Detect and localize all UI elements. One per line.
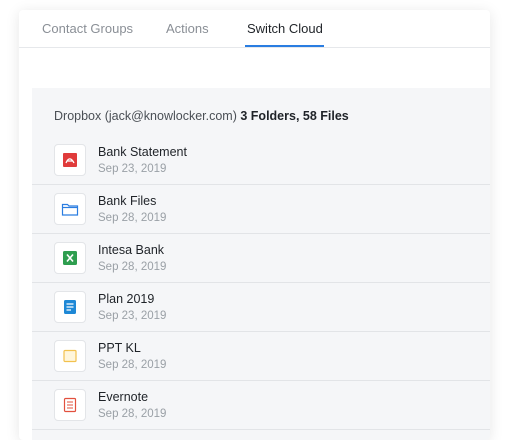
file-date: Sep 28, 2019: [98, 212, 167, 224]
active-tab-indicator: [245, 45, 324, 47]
file-date: Sep 28, 2019: [98, 408, 167, 420]
file-date: Sep 23, 2019: [98, 163, 167, 175]
file-name: PPT KL: [98, 341, 141, 355]
list-item[interactable]: Bank Statement Sep 23, 2019: [32, 136, 490, 185]
file-date: Sep 23, 2019: [98, 310, 167, 322]
tab-switch-cloud[interactable]: Switch Cloud: [247, 21, 323, 36]
folder-icon: [54, 193, 86, 225]
file-date: Sep 28, 2019: [98, 359, 167, 371]
slides-icon: [54, 340, 86, 372]
excel-icon: [54, 242, 86, 274]
cloud-summary: Dropbox (jack@knowlocker.com) 3 Folders,…: [54, 109, 349, 123]
list-item[interactable]: Intesa Bank Sep 28, 2019: [32, 234, 490, 283]
tab-contact-groups[interactable]: Contact Groups: [42, 21, 133, 36]
file-name: Evernote: [98, 390, 149, 404]
files-panel: Dropbox (jack@knowlocker.com) 3 Folders,…: [32, 88, 490, 440]
note-icon: [54, 389, 86, 421]
file-date: Sep 28, 2019: [98, 261, 167, 273]
file-list: Bank Statement Sep 23, 2019 Bank Files S…: [32, 136, 490, 430]
file-name: Intesa Bank: [98, 243, 165, 257]
list-item[interactable]: Bank Files Sep 28, 2019: [32, 185, 490, 234]
tab-actions[interactable]: Actions: [166, 21, 209, 36]
file-name: Bank Statement: [98, 145, 187, 159]
list-item[interactable]: Evernote Sep 28, 2019: [32, 381, 490, 430]
pdf-icon: [54, 144, 86, 176]
switch-cloud-card: Contact Groups Actions Switch Cloud Drop…: [19, 10, 490, 440]
cloud-counts: 3 Folders, 58 Files: [240, 109, 349, 123]
file-name: Plan 2019: [98, 292, 155, 306]
doc-icon: [54, 291, 86, 323]
cloud-account: Dropbox (jack@knowlocker.com): [54, 109, 237, 123]
list-item[interactable]: Plan 2019 Sep 23, 2019: [32, 283, 490, 332]
list-item[interactable]: PPT KL Sep 28, 2019: [32, 332, 490, 381]
file-name: Bank Files: [98, 194, 157, 208]
tab-bar: Contact Groups Actions Switch Cloud: [19, 10, 490, 48]
